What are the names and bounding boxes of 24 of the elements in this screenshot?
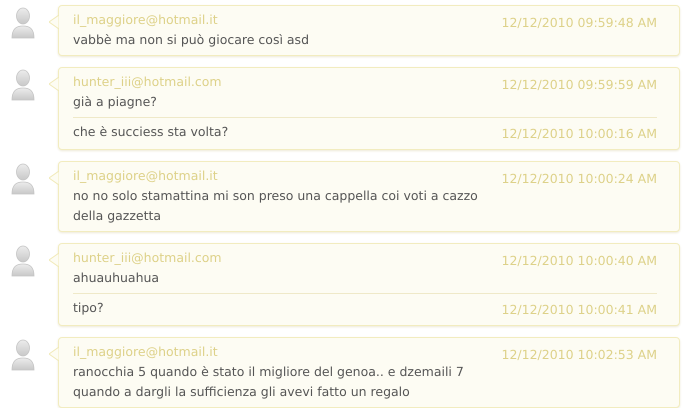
- message-text: che è succiess sta volta?: [73, 123, 230, 141]
- message-time: 12/12/2010 10:02:53 AM: [502, 346, 657, 364]
- message-text: già a piagne?: [73, 93, 158, 111]
- user-avatar-icon: [10, 7, 36, 39]
- message-text: no no solo stamattina mi son preso una cappella coi voti a cazzo della gazzetta: [73, 187, 479, 225]
- user-avatar-icon: [10, 163, 36, 195]
- message-time: 12/12/2010 10:00:41 AM: [502, 301, 657, 319]
- sender-email: il_maggiore@hotmail.it: [73, 343, 219, 361]
- sender-email: il_maggiore@hotmail.it: [73, 167, 219, 185]
- message-time: 12/12/2010 09:59:48 AM: [502, 14, 657, 32]
- sender-email: hunter_iii@hotmail.com: [73, 249, 223, 267]
- user-avatar-icon: [10, 245, 36, 277]
- message-text: ranocchia 5 quando è stato il migliore del genoa.. e dzemaili 7 quando a dargli la sufficienza gli avevi fatto un regalo: [73, 363, 465, 401]
- sender-email: hunter_iii@hotmail.com: [73, 73, 223, 91]
- user-avatar-icon: [10, 69, 36, 101]
- sender-email: il_maggiore@hotmail.it: [73, 11, 219, 29]
- user-avatar-icon: [10, 339, 36, 371]
- message-text: ahuauhuahua: [73, 269, 160, 287]
- message-time: 12/12/2010 09:59:59 AM: [502, 76, 657, 94]
- message-time: 12/12/2010 10:00:24 AM: [502, 170, 657, 188]
- message-time: 12/12/2010 10:00:16 AM: [502, 125, 657, 143]
- message-text: vabbè ma non si può giocare così asd: [73, 31, 310, 49]
- message-time: 12/12/2010 10:00:40 AM: [502, 252, 657, 270]
- message-text: tipo?: [73, 299, 105, 317]
